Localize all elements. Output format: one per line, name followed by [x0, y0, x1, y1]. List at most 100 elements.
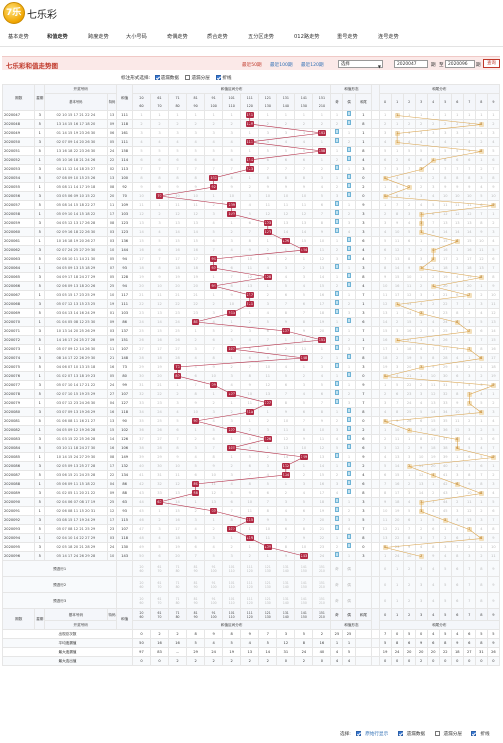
sum-cell: 114 [116, 155, 133, 165]
odd-cell: 2 [330, 245, 344, 255]
table-row: 2020089 3 01 02 05 11 20 21 22 09 88 43 33 13 88… [1, 488, 501, 498]
recent-120-link[interactable]: 最近120期 [301, 62, 324, 68]
range-cell: 30 [131, 371, 151, 381]
nav-item[interactable]: 大小号码 [126, 33, 147, 40]
nav-item[interactable]: 连号走势 [378, 33, 399, 40]
range-cell: 148 [294, 353, 314, 363]
bottom-range-header: 71 80 [168, 608, 188, 621]
stat-range-cell: 7 [258, 629, 278, 639]
tail-cell: 9 [486, 533, 501, 543]
tail-value-cell: 1 [354, 128, 373, 138]
nav-item[interactable]: 奇偶走势 [167, 33, 188, 40]
tail-cell: 13 [438, 218, 452, 228]
nav-item[interactable]: 重号走势 [337, 33, 358, 40]
tail-marker: 9 [490, 455, 496, 460]
sum-cell: 111 [116, 137, 133, 147]
predict-tail-cell: 2 [402, 592, 416, 609]
sum-marker: 100 [209, 175, 218, 181]
logo-text: 7乐 [6, 8, 22, 18]
range-cell: 6 [222, 263, 242, 273]
nav-item[interactable]: 和值走势 [47, 33, 68, 40]
range-cell: 6 [204, 335, 224, 345]
range-cell: 2 [312, 353, 332, 363]
range-cell: 7 [149, 254, 170, 264]
stat-oe-cell: 25 [342, 629, 356, 639]
issue-cell: 2020056 [1, 191, 36, 201]
range-cell: 1 [258, 236, 278, 246]
range-cell: 5 [240, 344, 260, 354]
tail-value-cell: 6 [354, 443, 373, 453]
range-cell: 22 [186, 299, 206, 309]
tail-cell: 1 [474, 542, 488, 552]
polyline-checkbox[interactable] [216, 75, 222, 80]
marker-options-label: 标注形式选择: [121, 76, 151, 81]
tail-cell: 4 [378, 407, 392, 417]
segment-label: 遗漏分层 [191, 76, 210, 81]
stat-range-cell: 16 [312, 638, 332, 648]
base-nums-cell: 08 14 17 22 26 29 30 [44, 353, 108, 363]
range-cell: 9 [294, 326, 314, 336]
range-cell: 12 [258, 380, 278, 390]
query-button[interactable]: 查询 [483, 59, 500, 68]
special-cell: 10 [106, 290, 118, 300]
range-cell: 10 [168, 461, 188, 471]
spacer-cell [371, 200, 380, 210]
tail-cell: 2 [414, 182, 428, 192]
range-cell: 7 [186, 551, 206, 561]
range-cell: 10 [222, 191, 242, 201]
weekday-cell: 1 [34, 128, 46, 138]
segment-checkbox[interactable] [185, 75, 191, 80]
raw-rows-checkbox[interactable] [356, 731, 362, 736]
nav-item[interactable]: 质合走势 [207, 33, 228, 40]
spacer-cell [371, 470, 380, 480]
recent-50-link[interactable]: 最近50期 [242, 62, 262, 68]
range-cell: 39 [131, 452, 151, 462]
stat-range-cell: 12 [276, 638, 296, 648]
tail-cell: 22 [390, 533, 404, 543]
tail-cell: 1 [474, 416, 488, 426]
tail-cell: 3 [402, 209, 416, 219]
from-issue-input[interactable]: 2020047 [394, 60, 428, 68]
tail-cell: 9 [414, 443, 428, 453]
odd-cell [330, 218, 344, 228]
range-cell: 1 [258, 551, 278, 561]
range-header: 81 90 [186, 93, 206, 111]
tail-cell: 7 [378, 164, 392, 174]
tail-cell: 8 [474, 272, 488, 282]
oe-marker [347, 435, 351, 440]
footer-segment-checkbox[interactable] [434, 731, 440, 736]
nav-item[interactable]: 五分区走势 [248, 33, 274, 40]
footer-polyline-checkbox[interactable] [471, 731, 477, 736]
tail-value-cell: 9 [354, 452, 373, 462]
stat-tail-cell: 6 [402, 638, 416, 648]
header-row-2: 基本号码 特码 20 60 61 70 71 80 81 90 91 100 101 110 1… [3, 93, 501, 111]
range-cell: 13 [204, 497, 224, 507]
missing-checkbox[interactable] [154, 75, 160, 80]
nav-item[interactable]: 基本走势 [8, 33, 29, 40]
range-cell: 6 [240, 461, 260, 471]
tail-value-cell: 7 [354, 398, 373, 408]
weekday-cell: 3 [34, 407, 46, 417]
recent-100-link[interactable]: 最近100期 [270, 62, 293, 68]
bottom-oe-group-header: 和值形态 [330, 620, 373, 630]
footer-missing-checkbox[interactable] [397, 731, 403, 736]
tail-cell: 2 [438, 533, 452, 543]
special-cell: 07 [106, 263, 118, 273]
range-select[interactable]: 选择 ▼ [338, 60, 383, 69]
tail-cell: 15 [390, 470, 404, 480]
range-cell: 1 [222, 533, 242, 543]
tail-cell: 1 [450, 488, 464, 498]
nav-item[interactable]: 跨度走势 [88, 33, 109, 40]
nav-item[interactable]: 012路走势 [294, 33, 319, 40]
predict-tail-cell: 3 [414, 592, 428, 609]
tail-cell: 3 [378, 398, 392, 408]
stat-tail-cell: 27 [462, 647, 476, 657]
tail-header: 3 [414, 93, 428, 111]
base-nums-cell: 04 05 09 13 15 18 29 [44, 263, 108, 273]
special-cell: 04 [106, 479, 118, 489]
to-issue-input[interactable]: 2020096 [445, 60, 475, 68]
range-cell: 30 [149, 461, 170, 471]
oe-marker [347, 120, 351, 125]
tail-cell: 3 [474, 299, 488, 309]
sum-marker: 103 [227, 310, 236, 316]
